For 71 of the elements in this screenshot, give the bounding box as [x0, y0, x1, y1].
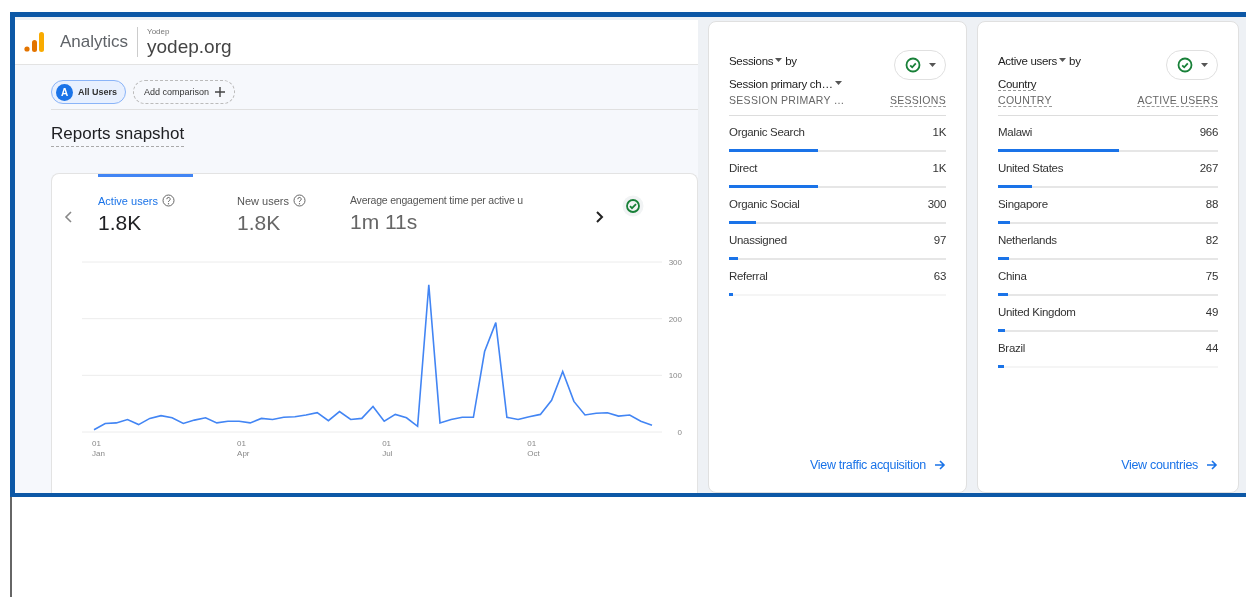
compare-button[interactable]: [894, 50, 946, 80]
row-value: 49: [1205, 306, 1218, 318]
row-value: 63: [933, 270, 946, 282]
arrow-right-icon: [934, 459, 946, 471]
row-label: Organic Social: [729, 198, 800, 210]
property-name[interactable]: yodep.org: [147, 35, 232, 58]
segment-chip[interactable]: A All Users: [51, 80, 127, 104]
column-header[interactable]: COUNTRY: [998, 94, 1052, 107]
row-value: 97: [933, 234, 946, 246]
check-circle-icon: [1176, 57, 1193, 73]
row-label: Netherlands: [998, 234, 1057, 246]
axis-label: 200: [668, 314, 682, 324]
metric-tab[interactable]: Active users 1.8K: [98, 174, 193, 235]
check-circle-icon: [904, 57, 921, 73]
caret-icon: [834, 81, 842, 86]
help-icon[interactable]: [161, 194, 175, 207]
row-label: Unassigned: [729, 234, 787, 246]
row-value: 82: [1205, 234, 1218, 246]
add-comparison-button[interactable]: Add comparison: [133, 80, 236, 104]
metric-dropdown[interactable]: Active users: [998, 55, 1070, 67]
column-header[interactable]: SESSIONS: [889, 94, 946, 107]
page-title: Reports snapshot: [51, 124, 185, 147]
axis-label: 01 Jul: [382, 439, 393, 458]
check-circle-icon[interactable]: [621, 195, 644, 217]
axis-label: 01 Apr: [237, 439, 250, 458]
account-name: Yodep: [147, 26, 171, 36]
dimension-dropdown[interactable]: Session primary ch…: [729, 78, 845, 90]
row-value: 300: [927, 198, 946, 210]
row-label: Singapore: [998, 198, 1048, 210]
column-header[interactable]: SESSION PRIMARY …: [729, 94, 845, 107]
row-value: 1K: [932, 162, 946, 174]
axis-label: 100: [668, 371, 682, 381]
row-value: 75: [1205, 270, 1218, 282]
row-label: Organic Search: [729, 126, 805, 138]
axis-label: 300: [668, 258, 682, 267]
caret-icon: [1059, 58, 1067, 63]
row-label: United Kingdom: [998, 306, 1076, 318]
caret-icon: [775, 58, 783, 63]
row-label: Referral: [729, 270, 768, 282]
row-label: Malawi: [998, 126, 1032, 138]
axis-label: 0: [677, 428, 682, 437]
product-name: Analytics: [60, 32, 129, 52]
metric-tab[interactable]: New users 1.8K: [237, 174, 306, 235]
arrow-right-icon: [1206, 459, 1218, 471]
row-label: Direct: [729, 162, 758, 174]
by-label: by: [1069, 55, 1081, 67]
analytics-logo-icon: [24, 31, 46, 53]
view-link[interactable]: View countries: [1121, 458, 1218, 472]
row-value: 44: [1205, 342, 1218, 354]
row-value: 267: [1199, 162, 1218, 174]
axis-label: 01 Oct: [527, 439, 540, 458]
plus-icon: [214, 86, 227, 98]
help-icon[interactable]: [292, 194, 306, 207]
row-label: United States: [998, 162, 1064, 174]
chevron-left-icon[interactable]: [64, 210, 74, 224]
metric-dropdown[interactable]: Sessions: [729, 55, 786, 67]
axis-label: 01 Jan: [92, 439, 105, 458]
row-value: 1K: [932, 126, 946, 138]
caret-icon: [1200, 62, 1208, 68]
by-label: by: [785, 55, 797, 67]
row-label: Brazil: [998, 342, 1025, 354]
caret-icon: [928, 62, 936, 68]
row-value: 88: [1205, 198, 1218, 210]
dimension-dropdown[interactable]: Country: [998, 78, 1037, 91]
metric-tab[interactable]: Average engagement time per active u 1m 11s: [349, 174, 586, 234]
row-value: 966: [1199, 126, 1218, 138]
chevron-right-icon[interactable]: [593, 210, 604, 224]
view-link[interactable]: View traffic acquisition: [810, 458, 946, 472]
compare-button[interactable]: [1166, 50, 1218, 80]
column-header[interactable]: ACTIVE USERS: [1137, 94, 1218, 107]
row-label: China: [998, 270, 1027, 282]
